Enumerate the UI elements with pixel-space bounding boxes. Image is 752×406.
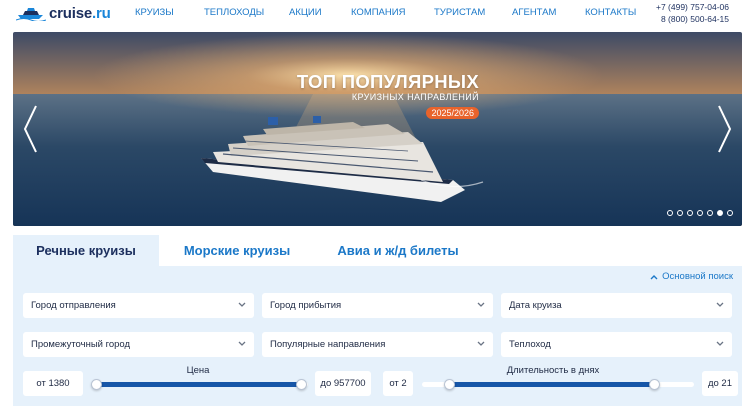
chevron-down-icon (477, 341, 485, 346)
logo[interactable]: cruise.ru (16, 3, 111, 23)
chevron-down-icon (716, 341, 724, 346)
nav-tourists[interactable]: ТУРИСТАМ (434, 7, 485, 18)
popular-directions-label: Популярные направления (270, 339, 386, 350)
intermediate-city-label: Промежуточный город (31, 339, 131, 350)
site-header: cruise.ru КРУИЗЫ ТЕПЛОХОДЫ АКЦИИ КОМПАНИ… (0, 0, 752, 28)
nav-contacts[interactable]: КОНТАКТЫ (585, 7, 636, 18)
slider-dot[interactable] (717, 210, 723, 216)
nav-ships[interactable]: ТЕПЛОХОДЫ (204, 7, 264, 18)
price-min-handle[interactable] (91, 379, 102, 390)
basic-search-toggle[interactable]: Основной поиск (650, 271, 733, 282)
logo-text: cruise.ru (49, 4, 111, 22)
chevron-up-icon (650, 274, 658, 279)
tab-air-rail-tickets[interactable]: Авиа и ж/д билеты (325, 235, 471, 266)
phone-moscow[interactable]: +7 (499) 757-04-06 (656, 1, 729, 13)
hero-season-badge: 2025/2026 (426, 107, 479, 119)
price-label: Цена (186, 365, 210, 376)
nav-promotions[interactable]: АКЦИИ (289, 7, 322, 18)
phone-toll-free[interactable]: 8 (800) 500-64-15 (656, 13, 729, 25)
basic-search-label: Основной поиск (662, 271, 733, 282)
hero-title-block: ТОП ПОПУЛЯРНЫХ КРУИЗНЫХ НАПРАВЛЕНИЙ 2025… (279, 72, 479, 121)
tab-river-cruises[interactable]: Речные круизы (13, 235, 159, 266)
nav-agents[interactable]: АГЕНТАМ (512, 7, 556, 18)
arrival-city-label: Город прибытия (270, 300, 342, 311)
tab-sea-cruises[interactable]: Морские круизы (169, 235, 305, 266)
slider-prev-arrow-icon[interactable] (22, 104, 38, 154)
duration-label: Длительность в днях (506, 365, 600, 376)
ship-select[interactable]: Теплоход (501, 332, 732, 357)
cruise-date-select[interactable]: Дата круиза (501, 293, 732, 318)
duration-to-input[interactable]: до 21 (702, 371, 738, 396)
duration-min-handle[interactable] (444, 379, 455, 390)
price-to-input[interactable]: до 957700 (315, 371, 371, 396)
duration-from-input[interactable]: от 2 (383, 371, 413, 396)
slider-dot[interactable] (667, 210, 673, 216)
hero-banner[interactable]: ТОП ПОПУЛЯРНЫХ КРУИЗНЫХ НАПРАВЛЕНИЙ 2025… (13, 32, 742, 226)
search-panel: Основной поиск Город отправления Город п… (13, 266, 742, 406)
price-from-input[interactable]: от 1380 (23, 371, 83, 396)
price-max-handle[interactable] (296, 379, 307, 390)
price-slider-range (95, 382, 300, 387)
chevron-down-icon (238, 302, 246, 307)
hero-title: ТОП ПОПУЛЯРНЫХ (296, 71, 479, 92)
nav-cruises[interactable]: КРУИЗЫ (135, 7, 174, 18)
search-tabs: Речные круизы Морские круизы Авиа и ж/д … (13, 235, 742, 266)
chevron-down-icon (716, 302, 724, 307)
ship-logo-icon (16, 8, 46, 21)
popular-directions-select[interactable]: Популярные направления (262, 332, 493, 357)
cruise-ship-image (13, 32, 742, 226)
duration-max-handle[interactable] (649, 379, 660, 390)
nav-company[interactable]: КОМПАНИЯ (351, 7, 405, 18)
duration-slider-range (450, 382, 655, 387)
departure-city-label: Город отправления (31, 300, 116, 311)
slider-dot[interactable] (707, 210, 713, 216)
arrival-city-select[interactable]: Город прибытия (262, 293, 493, 318)
slider-dots (667, 210, 733, 216)
phone-numbers: +7 (499) 757-04-06 8 (800) 500-64-15 (656, 1, 729, 25)
departure-city-select[interactable]: Город отправления (23, 293, 254, 318)
slider-dot[interactable] (687, 210, 693, 216)
hero-subtitle: КРУИЗНЫХ НАПРАВЛЕНИЙ (351, 92, 479, 102)
chevron-down-icon (477, 302, 485, 307)
slider-dot[interactable] (677, 210, 683, 216)
intermediate-city-select[interactable]: Промежуточный город (23, 332, 254, 357)
slider-dot[interactable] (697, 210, 703, 216)
slider-next-arrow-icon[interactable] (717, 104, 733, 154)
cruise-date-label: Дата круиза (509, 300, 562, 311)
chevron-down-icon (238, 341, 246, 346)
slider-dot[interactable] (727, 210, 733, 216)
ship-label: Теплоход (509, 339, 551, 350)
